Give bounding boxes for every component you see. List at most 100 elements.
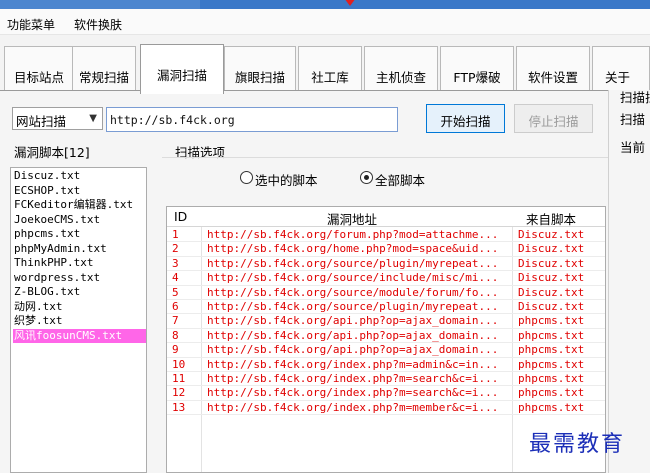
tab-about[interactable]: 关于 bbox=[592, 46, 650, 93]
script-item[interactable]: ECSHOP.txt bbox=[13, 184, 146, 198]
scripts-list[interactable]: Discuz.txt ECSHOP.txt FCKeditor编辑器.txt J… bbox=[10, 167, 147, 473]
cell-script: phpcms.txt bbox=[518, 328, 585, 342]
radio-circle bbox=[240, 171, 253, 184]
table-row[interactable]: 9 http://sb.f4ck.org/api.php?op=ajax_doma… bbox=[167, 343, 605, 358]
script-item[interactable]: wordpress.txt bbox=[13, 271, 146, 285]
radio-circle bbox=[360, 171, 373, 184]
scan-mode-value: 网站扫描 bbox=[16, 114, 67, 129]
script-item[interactable]: 织梦.txt bbox=[13, 314, 146, 328]
watermark: 最需教育 bbox=[529, 432, 626, 457]
cell-script: Discuz.txt bbox=[518, 300, 585, 313]
table-header: ID 漏洞地址 来自脚本 bbox=[167, 207, 605, 228]
side-info-line-1: 扫描拉 bbox=[620, 90, 650, 105]
tab-eye-scan[interactable]: 旗眼扫描 bbox=[224, 46, 296, 93]
cell-id: 10 bbox=[172, 357, 186, 371]
side-info-line-3: 当前 bbox=[620, 140, 646, 155]
table-row[interactable]: 7 http://sb.f4ck.org/api.php?op=ajax_doma… bbox=[167, 314, 605, 329]
script-item[interactable]: Z-BLOG.txt bbox=[13, 285, 146, 299]
menu-item-skin[interactable]: 软件换肤 bbox=[74, 16, 122, 33]
cell-id: 7 bbox=[172, 314, 179, 328]
menu-bar: 功能菜单 软件换肤 bbox=[0, 9, 650, 35]
stop-scan-button[interactable]: 停止扫描 bbox=[514, 104, 593, 133]
table-row[interactable]: 13 http://sb.f4ck.org/index.php?m=member&… bbox=[167, 400, 605, 416]
column-header-id[interactable]: ID bbox=[174, 209, 187, 224]
cell-script: phpcms.txt bbox=[518, 400, 585, 414]
title-arrow-icon bbox=[345, 0, 355, 6]
radio-all-scripts-label: 全部脚本 bbox=[375, 173, 426, 188]
table-row[interactable]: 11 http://sb.f4ck.org/index.php?m=search&… bbox=[167, 372, 605, 387]
script-item[interactable]: JoekoeCMS.txt bbox=[13, 213, 146, 227]
cell-script: Discuz.txt bbox=[518, 242, 585, 256]
side-info-line-2: 扫描 bbox=[620, 112, 646, 127]
scan-options-title: 扫描选项 bbox=[175, 145, 226, 160]
cell-id: 11 bbox=[172, 372, 186, 385]
cell-script: Discuz.txt bbox=[518, 285, 585, 299]
radio-dot bbox=[364, 175, 369, 180]
cell-id: 5 bbox=[172, 285, 179, 299]
cell-id: 6 bbox=[172, 300, 179, 313]
cell-url: http://sb.f4ck.org/home.php?mod=space&ui… bbox=[207, 242, 499, 256]
table-row[interactable]: 1 http://sb.f4ck.org/forum.php?mod=attach… bbox=[167, 228, 605, 243]
tab-host-recon[interactable]: 主机侦查 bbox=[364, 46, 438, 93]
cell-url: http://sb.f4ck.org/source/plugin/myrepea… bbox=[207, 300, 499, 313]
cell-script: Discuz.txt bbox=[518, 271, 585, 285]
tab-ftp-brute[interactable]: FTP爆破 bbox=[440, 46, 514, 93]
column-header-script[interactable]: 来自脚本 bbox=[526, 209, 576, 228]
cell-id: 9 bbox=[172, 343, 179, 357]
table-row[interactable]: 2 http://sb.f4ck.org/home.php?mod=space&u… bbox=[167, 242, 605, 257]
tab-vuln-scan[interactable]: 漏洞扫描 bbox=[140, 44, 224, 94]
scripts-panel-title: 漏洞脚本[12] bbox=[14, 145, 90, 160]
table-row[interactable]: 5 http://sb.f4ck.org/source/module/forum/… bbox=[167, 285, 605, 300]
script-item-selected[interactable]: 风讯foosunCMS.txt bbox=[13, 328, 146, 343]
script-item[interactable]: 动网.txt bbox=[13, 300, 146, 314]
table-row[interactable]: 10 http://sb.f4ck.org/index.php?m=admin&c… bbox=[167, 357, 605, 372]
cell-id: 8 bbox=[172, 328, 179, 342]
script-item[interactable]: Discuz.txt bbox=[13, 169, 146, 183]
table-row[interactable]: 4 http://sb.f4ck.org/source/include/misc/… bbox=[167, 271, 605, 286]
scan-mode-select[interactable]: 网站扫描 ▼ bbox=[12, 107, 103, 130]
cell-id: 3 bbox=[172, 256, 179, 270]
table-row[interactable]: 6 http://sb.f4ck.org/source/plugin/myrepe… bbox=[167, 300, 605, 315]
cell-id: 1 bbox=[172, 228, 179, 241]
cell-url: http://sb.f4ck.org/index.php?m=member&c=… bbox=[207, 400, 499, 414]
script-item[interactable]: phpcms.txt bbox=[13, 227, 146, 241]
target-url-input[interactable]: http://sb.f4ck.org bbox=[106, 107, 398, 132]
script-item[interactable]: ThinkPHP.txt bbox=[13, 256, 146, 270]
cell-script: phpcms.txt bbox=[518, 343, 585, 357]
cell-url: http://sb.f4ck.org/index.php?m=search&c=… bbox=[207, 372, 499, 385]
tab-target-site[interactable]: 目标站点 bbox=[4, 46, 74, 93]
cell-url: http://sb.f4ck.org/source/include/misc/m… bbox=[207, 271, 499, 285]
cell-url: http://sb.f4ck.org/index.php?m=search&c=… bbox=[207, 386, 499, 400]
chevron-down-icon: ▼ bbox=[89, 113, 97, 124]
cell-url: http://sb.f4ck.org/api.php?op=ajax_domai… bbox=[207, 343, 499, 357]
table-row[interactable]: 12 http://sb.f4ck.org/index.php?m=search&… bbox=[167, 386, 605, 401]
tab-regular-scan[interactable]: 常规扫描 bbox=[72, 46, 136, 93]
cell-script: phpcms.txt bbox=[518, 314, 585, 328]
start-scan-button[interactable]: 开始扫描 bbox=[426, 104, 505, 133]
scan-info-panel: 扫描拉 扫描 当前 bbox=[608, 90, 650, 473]
title-bar bbox=[0, 0, 650, 9]
menu-item-functions[interactable]: 功能菜单 bbox=[7, 16, 55, 33]
radio-selected-scripts-label: 选中的脚本 bbox=[255, 173, 318, 188]
cell-url: http://sb.f4ck.org/api.php?op=ajax_domai… bbox=[207, 314, 499, 328]
script-item[interactable]: FCKeditor编辑器.txt bbox=[13, 198, 146, 212]
cell-id: 4 bbox=[172, 271, 179, 285]
tab-strip: 目标站点 常规扫描 漏洞扫描 旗眼扫描 社工库 主机侦查 FTP爆破 软件设置 … bbox=[0, 35, 650, 94]
cell-script: phpcms.txt bbox=[518, 386, 585, 400]
cell-url: http://sb.f4ck.org/forum.php?mod=attachm… bbox=[207, 228, 499, 241]
cell-id: 13 bbox=[172, 400, 186, 414]
cell-url: http://sb.f4ck.org/source/module/forum/f… bbox=[207, 285, 499, 299]
table-row[interactable]: 8 http://sb.f4ck.org/api.php?op=ajax_doma… bbox=[167, 328, 605, 344]
cell-url: http://sb.f4ck.org/api.php?op=ajax_domai… bbox=[207, 328, 499, 342]
table-row[interactable]: 3 http://sb.f4ck.org/source/plugin/myrepe… bbox=[167, 256, 605, 272]
column-header-url[interactable]: 漏洞地址 bbox=[327, 209, 377, 228]
options-divider bbox=[162, 157, 608, 158]
script-item[interactable]: phpMyAdmin.txt bbox=[13, 242, 146, 256]
cell-id: 2 bbox=[172, 242, 179, 256]
cell-script: phpcms.txt bbox=[518, 372, 585, 385]
title-bar-decoration bbox=[0, 0, 200, 9]
cell-url: http://sb.f4ck.org/index.php?m=admin&c=i… bbox=[207, 357, 499, 371]
tab-social-db[interactable]: 社工库 bbox=[298, 46, 362, 93]
cell-script: phpcms.txt bbox=[518, 357, 585, 371]
tab-settings[interactable]: 软件设置 bbox=[516, 46, 590, 93]
